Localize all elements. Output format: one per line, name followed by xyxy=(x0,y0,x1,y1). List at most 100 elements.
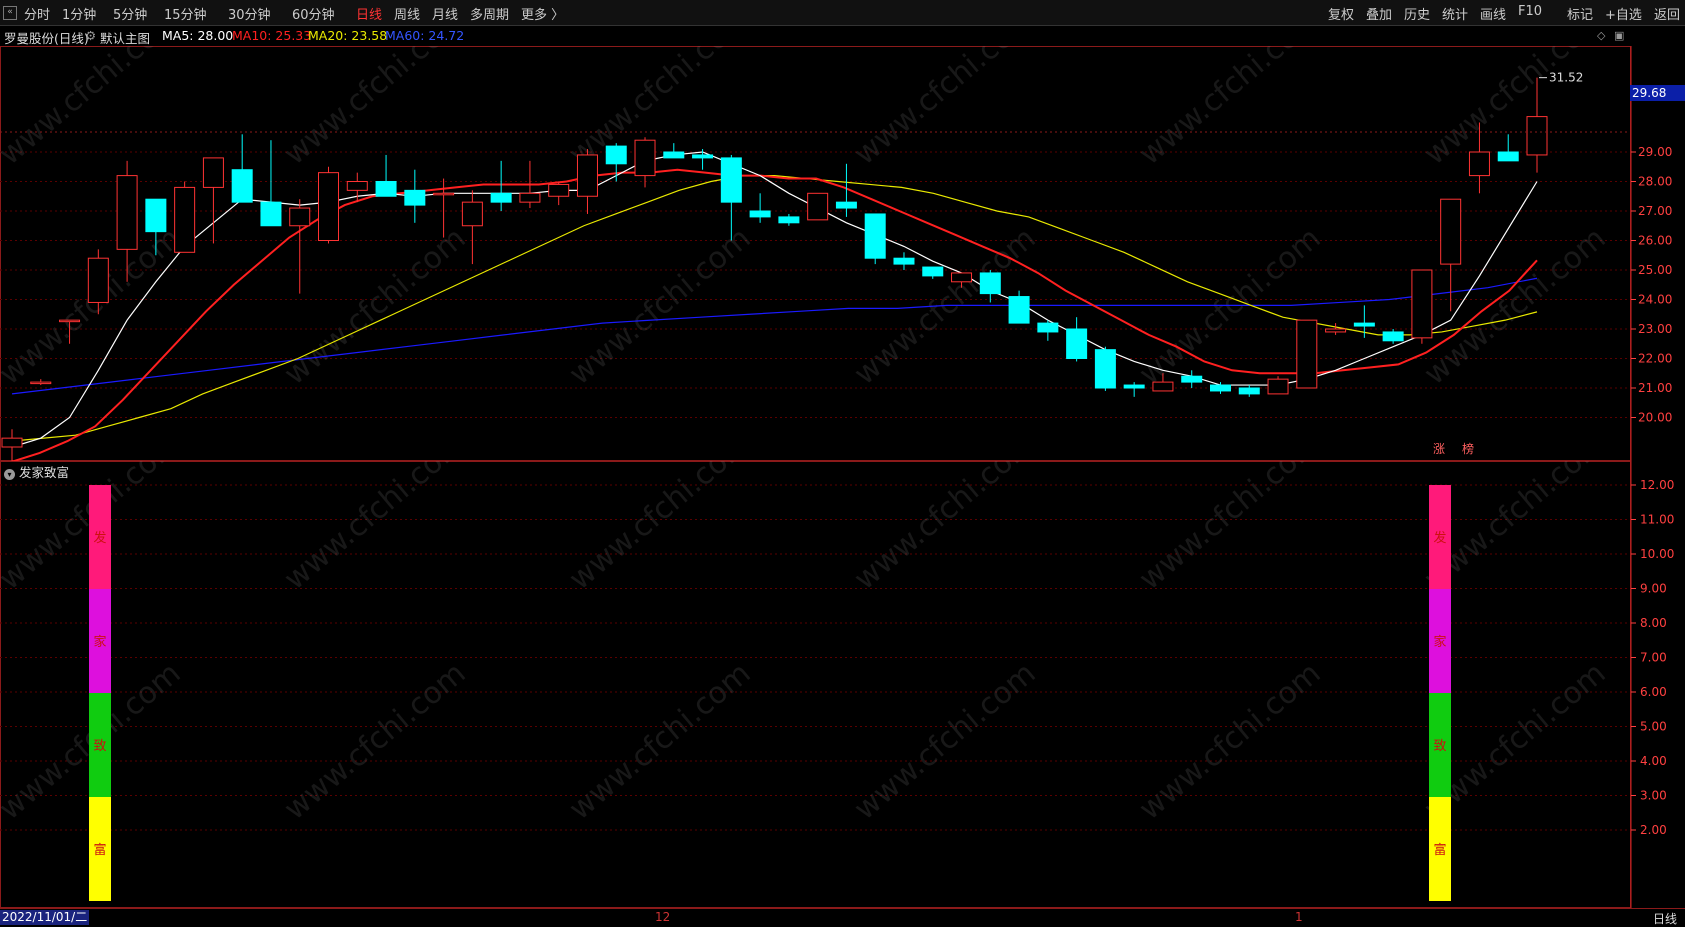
candle-body xyxy=(807,192,829,221)
watermark: www.cfchi.com xyxy=(278,221,473,392)
toolbar-button[interactable]: 叠加 xyxy=(1366,4,1392,23)
window-icon[interactable]: ▣ xyxy=(1614,29,1624,42)
period-tab[interactable]: 多周期 xyxy=(470,4,509,23)
watermark: www.cfchi.com xyxy=(0,221,187,392)
candle xyxy=(835,163,857,217)
x-label-1: 1 xyxy=(1295,910,1303,924)
signal-label: 家 xyxy=(93,634,106,650)
period-tab[interactable]: 分时 xyxy=(24,4,50,23)
sub-tick: 11.00 xyxy=(1640,513,1674,527)
price-tick: 29.00 xyxy=(1638,145,1672,159)
candle xyxy=(576,149,598,214)
settings-icon[interactable]: ⚙ xyxy=(85,28,96,43)
candle-body xyxy=(893,257,915,265)
candle-body xyxy=(835,201,857,209)
price-tick: 25.00 xyxy=(1638,263,1672,277)
candle xyxy=(490,160,512,211)
candle-body xyxy=(1325,328,1347,333)
candle xyxy=(1094,346,1116,391)
candle xyxy=(318,166,340,244)
candle xyxy=(663,143,685,159)
candle-body xyxy=(519,192,541,203)
indicator-title[interactable]: ▾ 发家致富 xyxy=(4,462,69,481)
sub-tick: 6.00 xyxy=(1640,685,1667,699)
candle xyxy=(1353,305,1375,338)
toolbar-button[interactable]: 统计 xyxy=(1442,4,1468,23)
watermark: www.cfchi.com xyxy=(278,461,473,597)
ma5-value: MA5: 28.00 xyxy=(162,28,234,43)
high-label: 31.52 xyxy=(1549,71,1583,85)
toolbar-button[interactable]: 标记 xyxy=(1567,4,1593,23)
plot-border xyxy=(0,46,1631,461)
candle-body xyxy=(663,151,685,159)
period-tab[interactable]: 60分钟 xyxy=(292,4,335,23)
chart-template[interactable]: 默认主图 xyxy=(100,28,150,47)
toolbar-button[interactable]: 复权 xyxy=(1328,4,1354,23)
candle xyxy=(749,193,771,223)
sub-tick: 8.00 xyxy=(1640,616,1667,630)
period-label[interactable]: 日线 xyxy=(1653,910,1677,927)
candle xyxy=(1008,290,1030,324)
time-axis: 2022/11/01/二 12 1 日线 xyxy=(0,908,1685,926)
chevron-down-icon[interactable]: ▾ xyxy=(4,469,15,480)
candle-body xyxy=(202,157,224,188)
period-tab[interactable]: 1分钟 xyxy=(62,4,96,23)
candle-body xyxy=(1440,198,1462,265)
candle xyxy=(231,134,253,203)
candle xyxy=(1037,320,1059,341)
candle-body xyxy=(605,145,627,165)
chart-info-bar: 罗曼股份(日线) ⚙ 默认主图 MA5: 28.00 MA10: 25.33 M… xyxy=(0,26,1630,46)
sub-tick: 10.00 xyxy=(1640,547,1674,561)
candle-body xyxy=(749,210,771,218)
period-tab[interactable]: 30分钟 xyxy=(228,4,271,23)
toolbar-button[interactable]: F10 xyxy=(1518,4,1542,19)
candle-body xyxy=(490,192,512,203)
candle xyxy=(202,157,224,244)
candlestick-chart[interactable]: 29.00 28.00 27.00 26.00 25.00 24.00 23.00 22.00… xyxy=(0,46,1685,461)
watermark: www.cfchi.com xyxy=(848,46,1043,172)
candle-body xyxy=(145,198,167,233)
candle-body xyxy=(720,157,742,203)
period-tab[interactable]: 更多 〉 xyxy=(521,4,564,23)
period-tab[interactable]: 周线 xyxy=(394,4,420,23)
candle xyxy=(1497,134,1519,162)
collapse-icon[interactable]: « xyxy=(3,6,17,20)
period-tab[interactable]: 5分钟 xyxy=(113,4,147,23)
price-tick: 22.00 xyxy=(1638,352,1672,366)
period-tab[interactable]: 15分钟 xyxy=(164,4,207,23)
x-label-12: 12 xyxy=(655,910,671,924)
candle xyxy=(1,429,23,461)
candle xyxy=(404,169,426,223)
period-tab[interactable]: 月线 xyxy=(432,4,458,23)
candle-body xyxy=(1037,322,1059,333)
candle xyxy=(922,266,944,279)
candle xyxy=(778,213,800,226)
candle-body xyxy=(1468,151,1490,177)
candle-body xyxy=(1526,116,1548,156)
period-tab[interactable]: 日线 xyxy=(356,4,382,23)
indicator-chart[interactable]: 12.00 11.00 10.00 9.00 8.00 7.00 6.00 5.00 4.00 3… xyxy=(0,461,1685,908)
toolbar-button[interactable]: 返回 xyxy=(1654,4,1680,23)
toolbar-button[interactable]: 历史 xyxy=(1404,4,1430,23)
candle xyxy=(1238,385,1260,397)
diamond-icon[interactable]: ◇ xyxy=(1597,29,1605,42)
candle-body xyxy=(346,181,368,191)
signal-label: 致 xyxy=(93,739,106,754)
candle xyxy=(1325,323,1347,335)
toolbar-button[interactable]: +自选 xyxy=(1605,4,1642,23)
signal-label: 家 xyxy=(1433,634,1446,650)
candle-body xyxy=(30,381,52,385)
toolbar-button[interactable]: 画线 xyxy=(1480,4,1506,23)
watermark-layer: www.cfchi.com www.cfchi.com www.cfchi.com w… xyxy=(0,461,1612,827)
watermark: www.cfchi.com xyxy=(278,46,473,172)
candle-body xyxy=(461,201,483,227)
watermark: www.cfchi.com xyxy=(563,221,758,392)
candle-body xyxy=(375,181,397,197)
candle-body xyxy=(116,175,138,250)
candle xyxy=(1382,329,1404,344)
candle-body xyxy=(951,272,973,283)
candle-body xyxy=(87,257,109,303)
candle-body xyxy=(433,192,455,196)
price-tick: 21.00 xyxy=(1638,381,1672,395)
watermark: www.cfchi.com xyxy=(1133,461,1328,597)
